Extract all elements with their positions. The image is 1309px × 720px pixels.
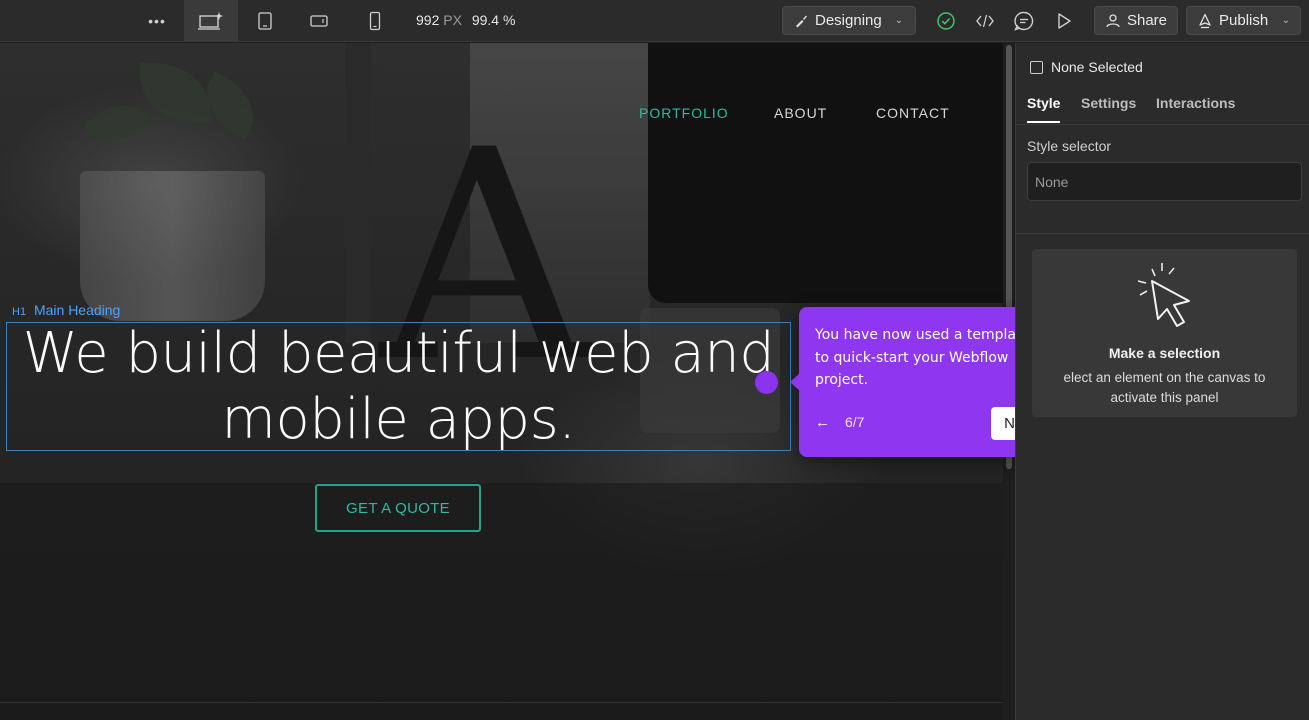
breakpoint-mobile-portrait-button[interactable] xyxy=(360,0,390,42)
empty-selection-title: Make a selection xyxy=(1108,345,1221,361)
canvas-width-unit: PX xyxy=(443,12,462,28)
background-monitor xyxy=(648,43,1003,303)
arrow-left-icon[interactable]: ← xyxy=(815,414,830,431)
section-divider xyxy=(0,702,1003,703)
none-selected-label: None Selected xyxy=(1051,59,1143,75)
nav-link-portfolio[interactable]: PORTFOLIO xyxy=(639,105,729,121)
main-heading-line-2: mobile apps. xyxy=(221,386,576,452)
tab-style[interactable]: Style xyxy=(1027,95,1061,123)
publish-label: Publish xyxy=(1219,12,1269,29)
tab-interactions[interactable]: Interactions xyxy=(1156,95,1235,111)
share-label: Share xyxy=(1126,12,1168,29)
canvas-zoom-value: 99.4 % xyxy=(471,12,516,28)
mobile-landscape-icon xyxy=(310,15,328,27)
canvas-width-value: 992 xyxy=(416,12,440,28)
rocket-icon xyxy=(1199,13,1211,28)
audit-check-icon[interactable] xyxy=(935,10,957,32)
canvas-size-readout: 992 PX 99.4 % xyxy=(416,12,515,28)
preview-play-icon[interactable] xyxy=(1053,10,1075,32)
breakpoint-mobile-landscape-button[interactable] xyxy=(304,0,334,42)
checkbox-icon[interactable] xyxy=(1030,60,1043,74)
get-a-quote-button[interactable]: GET A QUOTE xyxy=(315,484,481,532)
share-button[interactable]: Share xyxy=(1094,6,1178,35)
panel-tabs: Style Settings Interactions xyxy=(1016,95,1309,125)
empty-selection-description-line-1: elect an element on the canvas to xyxy=(1063,370,1266,385)
right-panel: None Selected Style Settings Interaction… xyxy=(1015,43,1309,720)
tour-message: You have now used a template to quick-st… xyxy=(815,327,1031,388)
user-icon xyxy=(1106,13,1120,27)
mode-label: Designing xyxy=(815,12,882,29)
desktop-star-icon xyxy=(198,12,223,30)
comment-icon[interactable] xyxy=(1013,10,1035,32)
nav-link-about[interactable]: ABOUT xyxy=(774,105,827,121)
chevron-down-icon[interactable]: ⌄ xyxy=(1282,15,1290,26)
tab-settings[interactable]: Settings xyxy=(1081,95,1136,111)
empty-selection-description: elect an element on the canvas to activa… xyxy=(1032,368,1297,408)
mode-dropdown[interactable]: Designing ⌄ xyxy=(782,6,916,35)
paintbrush-icon xyxy=(796,15,807,27)
breakpoint-desktop-button[interactable] xyxy=(184,0,238,42)
selection-tag: H1 xyxy=(12,306,27,318)
style-selector-input[interactable]: None xyxy=(1027,162,1302,201)
selection-name: Main Heading xyxy=(33,302,121,318)
selection-label: H1 Main Heading xyxy=(12,302,120,318)
top-toolbar: ••• 992 PX 99.4 % Designing ⌄ Share Publ… xyxy=(0,0,1309,42)
tour-hotspot xyxy=(755,371,778,394)
tour-step-counter: 6/7 xyxy=(845,414,865,430)
background-shelf xyxy=(345,43,371,343)
publish-button[interactable]: Publish ⌄ xyxy=(1186,6,1301,35)
style-selector-label: Style selector xyxy=(1027,138,1112,154)
background-desk-surface xyxy=(0,483,1003,720)
main-heading-selection[interactable]: We build beautiful web and mobile apps. xyxy=(6,321,791,453)
chevron-down-icon: ⌄ xyxy=(894,15,903,26)
panel-divider xyxy=(1016,233,1309,234)
background-leaf xyxy=(140,63,210,123)
main-heading[interactable]: We build beautiful web and mobile apps. xyxy=(23,321,775,453)
tablet-icon xyxy=(258,12,272,30)
code-icon[interactable] xyxy=(974,10,996,32)
empty-selection-description-line-2: activate this panel xyxy=(1110,390,1219,405)
cursor-click-icon xyxy=(1137,263,1190,327)
main-heading-line-1: We build beautiful web and xyxy=(22,320,775,386)
selection-status[interactable]: None Selected xyxy=(1030,59,1143,75)
breakpoint-tablet-button[interactable] xyxy=(250,0,280,42)
nav-link-contact[interactable]: CONTACT xyxy=(876,105,950,121)
background-plant-pot xyxy=(80,171,265,321)
more-options-icon[interactable]: ••• xyxy=(140,0,174,42)
background-leaf xyxy=(83,90,152,156)
mobile-portrait-icon xyxy=(369,11,381,31)
empty-selection-card: Make a selection elect an element on the… xyxy=(1032,249,1297,417)
